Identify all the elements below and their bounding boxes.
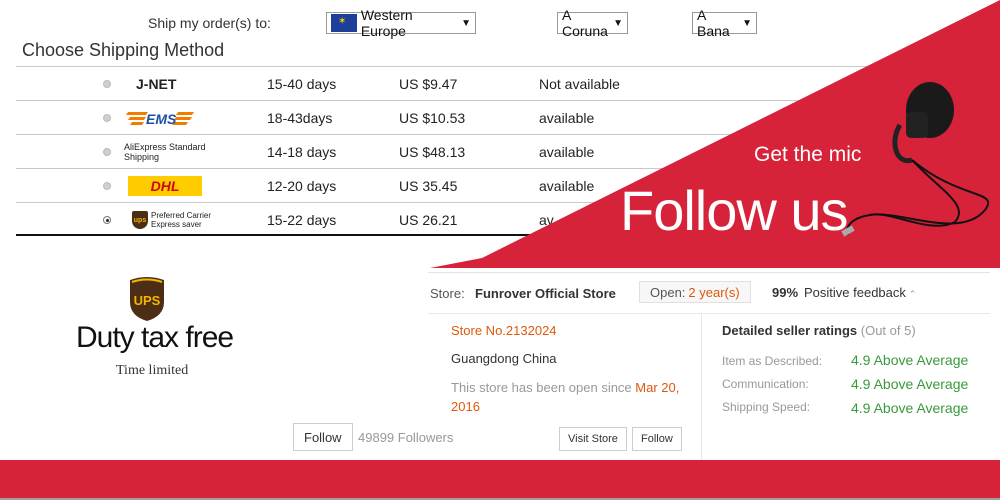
- chevron-down-icon: ▼: [742, 17, 752, 29]
- store-location: Guangdong China: [451, 351, 557, 366]
- rating-label: Shipping Speed:: [722, 400, 811, 414]
- ratings-title-text: Detailed seller ratings: [722, 323, 858, 338]
- delivery-days: 18-43days: [267, 110, 333, 126]
- shipping-radio[interactable]: [103, 148, 111, 156]
- bottom-red-band: [0, 460, 1000, 500]
- ratings-subtitle: (Out of 5): [860, 323, 916, 338]
- chevron-down-icon: ▼: [613, 17, 623, 29]
- feedback-label: Positive feedback: [804, 285, 906, 300]
- shipping-row-ups[interactable]: ups Preferred Carrier Express saver 15-2…: [16, 202, 996, 236]
- shipping-price: US 26.21: [399, 212, 458, 228]
- ups-shield-icon: ups: [132, 211, 148, 229]
- rating-value: 4.9 Above Average: [851, 400, 969, 416]
- open-label: Open:: [650, 284, 686, 300]
- delivery-days: 15-22 days: [267, 212, 337, 228]
- region-select-value: A Coruna: [562, 7, 608, 39]
- ups-logo-icon: UPS: [130, 277, 164, 321]
- ups-small-logo: ups Preferred Carrier Express saver: [132, 211, 211, 229]
- ratings-title: Detailed seller ratings (Out of 5): [722, 323, 916, 338]
- availability: Not available: [539, 76, 620, 92]
- divider: [428, 313, 990, 314]
- shipping-row-dhl[interactable]: DHL 12-20 days US 35.45 available: [16, 168, 996, 202]
- shipping-price: US $48.13: [399, 144, 466, 160]
- rating-label: Communication:: [722, 377, 809, 391]
- banner-tagline: Get the mic: [754, 143, 862, 166]
- ship-to-label: Ship my order(s) to:: [148, 15, 271, 31]
- shipping-radio-selected[interactable]: [103, 216, 111, 224]
- section-title: Choose Shipping Method: [22, 40, 225, 60]
- delivery-days: 15-40 days: [267, 76, 337, 92]
- chevron-down-icon: ▼: [461, 17, 471, 29]
- store-number: Store No.2132024: [451, 323, 557, 338]
- store-name[interactable]: Funrover Official Store: [475, 286, 616, 301]
- rating-value: 4.9 Above Average: [851, 376, 969, 392]
- carrier-name: EMS: [146, 111, 177, 127]
- availability: available: [539, 110, 595, 126]
- carrier-name: J-NET: [136, 76, 177, 92]
- store-label: Store:: [430, 286, 465, 301]
- carrier-logo: AliExpress Standard Shipping: [124, 135, 208, 169]
- city-select-value: A Bana: [697, 7, 730, 39]
- follow-small-button[interactable]: Follow: [632, 427, 682, 451]
- follow-button[interactable]: Follow: [293, 423, 353, 451]
- open-duration-badge: Open: 2 year(s): [639, 281, 751, 303]
- rating-value: 4.9 Above Average: [851, 352, 969, 368]
- shipping-price: US 35.45: [399, 178, 458, 194]
- visit-store-button[interactable]: Visit Store: [559, 427, 627, 451]
- availability: available: [539, 144, 595, 160]
- carrier-logo: J-NET: [124, 67, 176, 101]
- duty-free-text: Duty tax free: [76, 321, 234, 354]
- ups-logo-text: UPS: [134, 293, 161, 308]
- country-select[interactable]: Western Europe ▼: [326, 7, 476, 39]
- city-select[interactable]: A Bana ▼: [692, 7, 757, 39]
- chevron-up-icon: ⌃: [908, 289, 917, 299]
- carrier-logo: EMS: [124, 101, 196, 135]
- eu-flag-icon: [331, 14, 357, 32]
- shipping-radio[interactable]: [103, 80, 111, 88]
- carrier-logo: DHL: [124, 169, 202, 203]
- carrier-name: Preferred Carrier Express saver: [151, 211, 212, 229]
- divider: [701, 313, 702, 461]
- open-years: 2 year(s): [688, 284, 740, 300]
- shipping-row-jnet[interactable]: J-NET 15-40 days US $9.47 Not available: [16, 66, 996, 100]
- country-select-value: Western Europe: [360, 7, 413, 39]
- carrier-name: DHL: [150, 178, 180, 194]
- shipping-radio[interactable]: [103, 182, 111, 190]
- delivery-days: 12-20 days: [267, 178, 337, 194]
- carrier-name: AliExpress Standard Shipping: [124, 142, 206, 162]
- feedback-percent: 99%: [772, 285, 799, 300]
- positive-feedback-toggle[interactable]: Positive feedback ⌃: [804, 285, 916, 300]
- open-since-text: This store has been open since Mar 20, 2…: [451, 378, 699, 416]
- availability: available: [539, 178, 595, 194]
- shipping-row-ems[interactable]: EMS 18-43days US $10.53 available: [16, 100, 996, 134]
- banner-headline: Follow us: [620, 179, 849, 242]
- delivery-days: 14-18 days: [267, 144, 337, 160]
- region-select[interactable]: A Coruna ▼: [557, 7, 628, 39]
- time-limited-text: Time limited: [116, 363, 189, 378]
- rating-label: Item as Described:: [722, 354, 823, 368]
- followers-count: 49899 Followers: [358, 430, 454, 445]
- store-card: Store: Funrover Official Store Open: 2 y…: [293, 272, 990, 461]
- open-since-label: This store has been open since: [451, 380, 632, 395]
- shipping-radio[interactable]: [103, 114, 111, 122]
- ems-logo-icon: EMS: [126, 111, 194, 127]
- carrier-logo: ups Preferred Carrier Express saver: [124, 203, 211, 237]
- shipping-price: US $10.53: [399, 110, 466, 126]
- shipping-price: US $9.47: [399, 76, 458, 92]
- availability: av: [539, 212, 554, 228]
- dhl-logo-icon: DHL: [128, 176, 202, 196]
